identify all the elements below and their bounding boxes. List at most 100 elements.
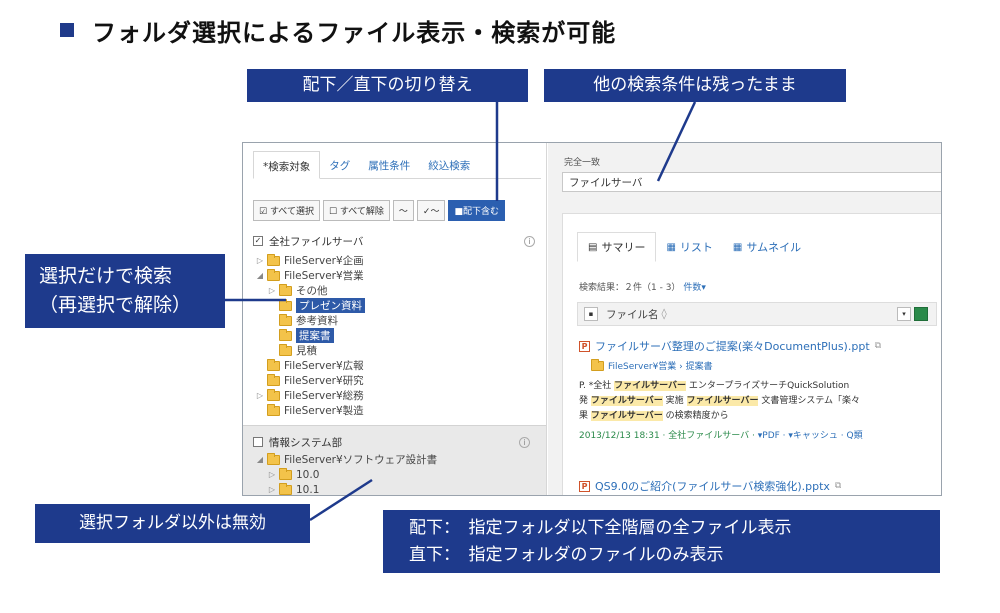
root2-label: 情報システム部: [269, 436, 343, 449]
result-snippet: P. *全社 ファイルサーバー エンタープライズサーチQuickSolution…: [579, 381, 861, 421]
folder-icon: [267, 358, 280, 371]
callout-keep-conditions: 他の検索条件は残ったまま: [544, 69, 846, 102]
folder-icon: [279, 298, 292, 311]
folder-icon: [279, 283, 292, 296]
info-icon[interactable]: i: [519, 436, 530, 448]
tab-list[interactable]: ▦ リスト: [656, 232, 722, 262]
folder-icon: [267, 373, 280, 386]
tab-summary[interactable]: ▤ サマリー: [577, 232, 657, 262]
results-pane: 完全一致 ファイルサーバ ▤ サマリー ▦ リスト ▦ サムネイル 検索結果：２件（1…: [548, 143, 941, 495]
expander-icon[interactable]: ▷: [267, 485, 277, 494]
tree-root-company[interactable]: ✓ 全社ファイルサーバ i: [253, 233, 543, 249]
dropdown-button[interactable]: ▾: [897, 307, 911, 321]
tab-thumbnail[interactable]: ▦ サムネイル: [723, 232, 811, 262]
folder-icon: [591, 358, 604, 371]
disabled-tree-section: 情報システム部 i ◢ FileServer¥ソフトウェア設計書 ▷ 10.0 ▷ 10.…: [243, 425, 546, 496]
root-checkbox[interactable]: ✓: [253, 236, 263, 246]
external-link-icon[interactable]: ⧉: [875, 341, 881, 351]
column-header-filename[interactable]: ファイル名: [606, 307, 659, 322]
result-title-link-2[interactable]: P QS9.0のご紹介(ファイルサーバ検索強化).pptx ⧉: [579, 478, 841, 494]
tree-node[interactable]: ▷ その他: [253, 283, 543, 298]
tree-node[interactable]: FileServer¥広報: [253, 358, 543, 373]
search-target-pane: *検索対象 タグ 属性条件 絞込検索 ☑ すべて選択 ☐ すべて解除 〜 ✓〜 …: [243, 143, 547, 495]
root-label: 全社ファイルサーバ: [269, 235, 364, 248]
deselect-all-button[interactable]: ☐ すべて解除: [322, 200, 390, 221]
left-tabs: *検索対象 タグ 属性条件 絞込検索: [253, 151, 541, 179]
tree-node[interactable]: FileServer¥研究: [253, 373, 543, 388]
tree-node-label: FileServer¥広報: [284, 360, 364, 372]
scope-toggle-button[interactable]: ■配下含む: [448, 200, 505, 221]
condition-input[interactable]: ファイルサーバ: [562, 172, 941, 192]
tree-node-label: 10.1: [296, 483, 320, 496]
select-all-button[interactable]: ☑ すべて選択: [253, 200, 320, 221]
tree-node[interactable]: 見積: [253, 343, 543, 358]
tag-icon[interactable]: [914, 307, 928, 321]
info-icon[interactable]: i: [524, 235, 535, 247]
callout-switch: 配下／直下の切り替え: [247, 69, 528, 102]
tree-node-label: 見積: [296, 345, 317, 357]
expander-icon[interactable]: ▷: [267, 286, 277, 295]
folder-icon: [279, 482, 292, 495]
count-dropdown[interactable]: 件数▾: [683, 283, 706, 293]
callout-description: 配下： 指定フォルダ以下全階層の全ファイル表示 直下： 指定フォルダのファイルの…: [383, 510, 940, 573]
folder-icon: [279, 343, 292, 356]
tree-node[interactable]: ▷ 10.0: [253, 467, 437, 482]
thumbnail-icon: ▦: [732, 241, 743, 253]
folder-icon: [279, 467, 292, 480]
tree-node-label: FileServer¥総務: [284, 390, 364, 402]
tree-node-label: FileServer¥企画: [284, 255, 364, 267]
tree-node[interactable]: 参考資料: [253, 313, 543, 328]
tree-node-label: FileServer¥ソフトウェア設計書: [284, 454, 438, 466]
root2-checkbox[interactable]: [253, 437, 263, 447]
expander-icon[interactable]: ◢: [255, 271, 265, 280]
folder-icon: [267, 388, 280, 401]
result-count: 検索結果：２件（1 - 3） 件数▾: [579, 283, 706, 293]
tree-node[interactable]: 提案書: [253, 328, 543, 343]
expander-icon[interactable]: ▷: [255, 391, 265, 400]
tree-node-label: FileServer¥製造: [284, 405, 364, 417]
tree-node-label: プレゼン資料: [296, 298, 365, 313]
folder-icon: [267, 253, 280, 266]
expander-icon[interactable]: ◢: [255, 455, 265, 464]
result-actions[interactable]: ▾PDF · ▾キャッシュ · Q類: [758, 431, 863, 441]
tree-root-infosys[interactable]: 情報システム部 i: [253, 434, 538, 450]
folder-icon: [267, 452, 280, 465]
tree-node-label: 提案書: [296, 328, 334, 343]
callout-invalid: 選択フォルダ以外は無効: [35, 504, 310, 543]
app-window: *検索対象 タグ 属性条件 絞込検索 ☑ すべて選択 ☐ すべて解除 〜 ✓〜 …: [242, 142, 942, 496]
tree-node-label: FileServer¥研究: [284, 375, 364, 387]
result-item: P ファイルサーバ整理のご提案(楽々DocumentPlus).ppt ⧉ Fi…: [579, 338, 939, 441]
folder-icon: [267, 268, 280, 281]
result-title-link[interactable]: P ファイルサーバ整理のご提案(楽々DocumentPlus).ppt ⧉: [579, 338, 939, 354]
view-tabs: ▤ サマリー ▦ リスト ▦ サムネイル: [577, 232, 811, 262]
square-bullet-icon: [60, 23, 74, 37]
tree-toolbar: ☑ すべて選択 ☐ すべて解除 〜 ✓〜 ■配下含む: [253, 200, 505, 221]
tab-refine[interactable]: 絞込検索: [419, 151, 479, 178]
tree-node[interactable]: ▷ FileServer¥総務: [253, 388, 543, 403]
tree-node-label: FileServer¥営業: [284, 270, 364, 282]
expander-icon[interactable]: ▷: [267, 470, 277, 479]
collapse-button[interactable]: 〜: [392, 200, 414, 221]
tree-node[interactable]: ▷ 10.1: [253, 482, 437, 496]
expand-checked-button[interactable]: ✓〜: [416, 200, 446, 221]
result-path[interactable]: FileServer¥営業 › 提案書: [591, 358, 939, 372]
ppt-icon: P: [579, 480, 590, 492]
tab-search-target[interactable]: *検索対象: [253, 151, 321, 179]
select-checkbox[interactable]: ▪: [584, 307, 598, 321]
folder-icon: [267, 403, 280, 416]
tab-attribute[interactable]: 属性条件: [359, 151, 419, 178]
ppt-icon: P: [579, 340, 590, 352]
external-link-icon[interactable]: ⧉: [835, 481, 841, 491]
tree-node[interactable]: プレゼン資料: [253, 298, 543, 313]
tree-node[interactable]: ▷ FileServer¥企画: [253, 253, 543, 268]
slide-title-row: フォルダ選択によるファイル表示・検索が可能: [60, 10, 616, 50]
tree-node[interactable]: ◢ FileServer¥ソフトウェア設計書: [253, 452, 437, 467]
tree-node-label: 参考資料: [296, 315, 338, 327]
expander-icon[interactable]: ▷: [255, 256, 265, 265]
slide-title: フォルダ選択によるファイル表示・検索が可能: [92, 18, 617, 47]
tree-node[interactable]: ◢ FileServer¥営業: [253, 268, 543, 283]
callout-select-search: 選択だけで検索 （再選択で解除）: [25, 254, 225, 328]
tree-node-label: 10.0: [296, 468, 320, 481]
tab-tag[interactable]: タグ: [320, 151, 359, 178]
tree-node[interactable]: FileServer¥製造: [253, 403, 543, 418]
